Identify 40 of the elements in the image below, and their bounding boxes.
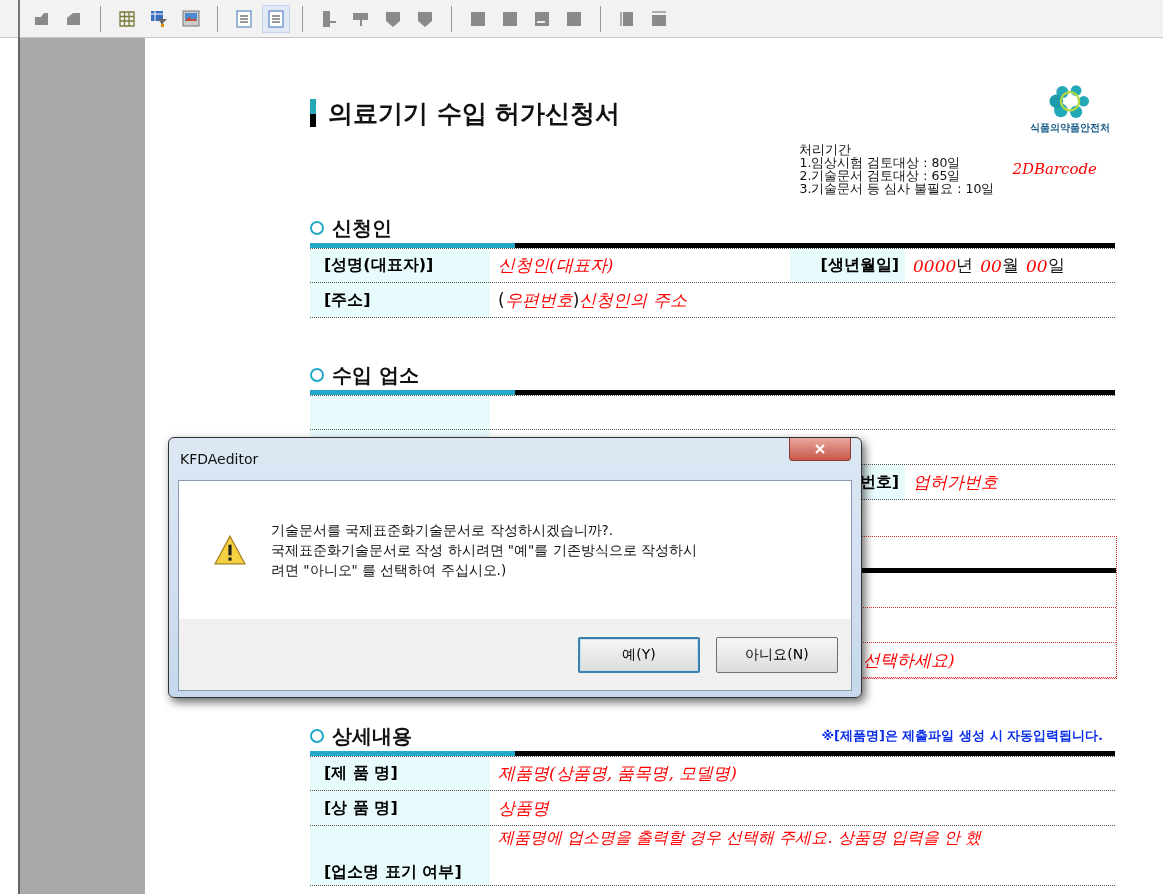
row-height-icon — [649, 8, 669, 29]
close-button[interactable] — [789, 438, 851, 461]
toolbar-button[interactable] — [262, 4, 290, 33]
title-marker — [310, 99, 316, 127]
document-icon — [234, 8, 254, 29]
processing-period-text: 처리기간 1.임상시험 검토대상 : 80일 2.기술문서 검토대상 : 65일 3.기술문서 등 심사 불필요 : 10일 — [799, 143, 995, 195]
field-label: [상 품 명] — [310, 791, 490, 825]
document-icon — [266, 8, 286, 29]
dialog-button[interactable]: 아니요(N) — [716, 636, 838, 673]
field-value: (우편번호)신청인의 주소 — [497, 288, 688, 312]
section-title: 상세내용 — [332, 722, 412, 750]
field-label: [성명(대표자)] — [310, 249, 490, 282]
logo-text: 식품의약품안전처 — [1030, 121, 1110, 135]
section-title: 신청인 — [332, 214, 392, 242]
section-note: ※[제품명]은 제출파일 생성 시 자동입력됩니다. — [821, 727, 1103, 745]
close-icon — [815, 444, 825, 454]
picture-icon — [181, 8, 201, 29]
dialog-message: 기술문서를 국제표준화기술문서로 작성하시겠습니까?. 국제표준화기술문서로 작성 하시려면 "예"를 기존방식으로 작성하시 려면 "아니오" 를 선택하여 주십시오.) — [271, 521, 697, 580]
barcode-field: 2DBarcode — [1012, 160, 1097, 178]
field-value: 0000년 00월 00일 — [912, 254, 1066, 278]
field-label: [주소] — [310, 283, 490, 317]
ring-bullet-icon — [310, 221, 324, 235]
field-label: [업소명 표기 여부] — [310, 826, 490, 885]
field-value: 업허가번호 — [912, 470, 1000, 494]
field-value: 제품명에 업소명을 출력할 경우 선택해 주세요. 상품명 입력을 안 했 — [497, 827, 983, 849]
table-filter-icon — [149, 8, 169, 29]
section-title: 수입 업소 — [332, 361, 419, 389]
field-value: 신청인(대표자) — [497, 254, 615, 277]
field-value: 제품명(상품명, 품목명, 모델명) — [497, 762, 738, 785]
ring-bullet-icon — [310, 729, 324, 743]
document-title: 의료기기 수입 허가신청서 — [328, 97, 621, 130]
grid-icon — [117, 8, 137, 29]
dialog-button[interactable]: 예(Y) — [578, 636, 700, 673]
field-label: [제 품 명] — [310, 757, 490, 790]
field-label: [생년월일] — [790, 249, 905, 282]
warning-icon — [213, 534, 247, 566]
ring-bullet-icon — [310, 368, 324, 382]
field-value: 선택하세요) — [863, 648, 955, 672]
dialog-title: KFDAeditor — [179, 451, 259, 467]
field-value: 상품명 — [497, 796, 551, 820]
